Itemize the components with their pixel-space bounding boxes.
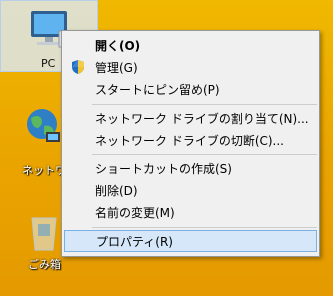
menu-item-create-shortcut[interactable]: ショートカットの作成(S): [64, 157, 317, 179]
menu-item-pin-to-start[interactable]: スタートにピン留め(P): [64, 78, 317, 100]
menu-item-rename[interactable]: 名前の変更(M): [64, 201, 317, 223]
menu-item-label: ネットワーク ドライブの割り当て(N)...: [95, 111, 309, 126]
menu-separator: [92, 154, 317, 155]
menu-item-label: ネットワーク ドライブの切断(C)...: [95, 133, 285, 148]
menu-item-label: 管理(G): [95, 60, 138, 75]
menu-item-label: 開く(O): [95, 38, 141, 53]
menu-separator: [92, 227, 317, 228]
desktop-icon-label: ごみ箱: [28, 258, 61, 271]
context-menu: 開く(O) 管理(G) スタートにピン留め(P) ネットワーク ドライブの割り当…: [61, 30, 320, 257]
menu-item-open[interactable]: 開く(O): [64, 34, 317, 56]
menu-item-delete[interactable]: 削除(D): [64, 179, 317, 201]
recycle-bin-icon: [31, 217, 57, 251]
menu-item-properties[interactable]: プロパティ(R): [64, 230, 317, 252]
menu-item-label: 削除(D): [95, 183, 138, 198]
menu-item-label: スタートにピン留め(P): [95, 82, 220, 97]
menu-item-manage[interactable]: 管理(G): [64, 56, 317, 78]
menu-separator: [92, 104, 317, 105]
menu-item-disconnect-network-drive[interactable]: ネットワーク ドライブの切断(C)...: [64, 129, 317, 151]
shield-icon: [72, 60, 84, 74]
menu-item-label: プロパティ(R): [96, 234, 173, 249]
menu-item-label: ショートカットの作成(S): [95, 161, 232, 176]
network-globe-icon: [27, 109, 60, 142]
menu-item-label: 名前の変更(M): [95, 205, 175, 220]
menu-item-map-network-drive[interactable]: ネットワーク ドライブの割り当て(N)...: [64, 107, 317, 129]
